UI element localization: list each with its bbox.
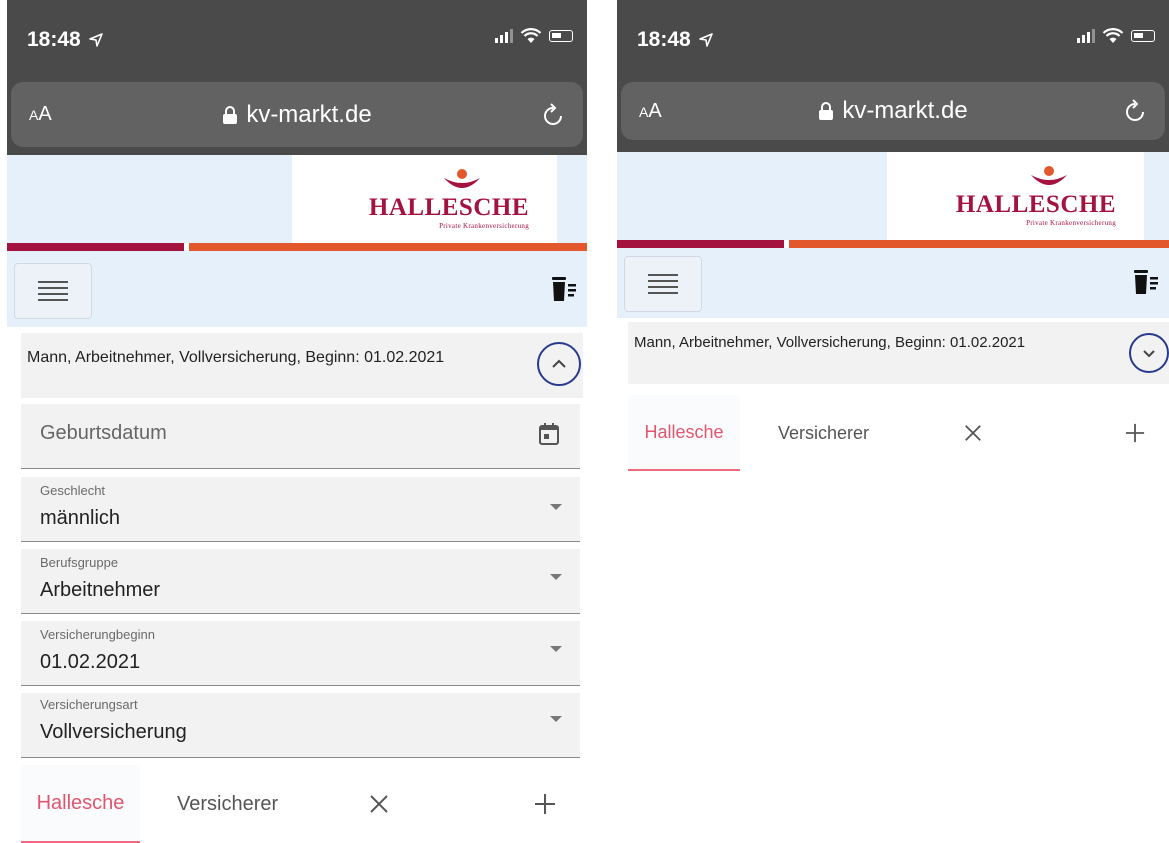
insurance-type-select[interactable]: Versicherungsart Vollversicherung	[21, 693, 580, 758]
field-label: Geschlecht	[40, 483, 106, 498]
clear-all-icon[interactable]	[549, 275, 577, 303]
text-size-button[interactable]: AA	[639, 100, 662, 123]
clear-all-icon[interactable]	[1131, 268, 1159, 296]
logo-figure-icon	[444, 169, 480, 188]
status-icons	[495, 28, 573, 44]
collapse-button[interactable]	[537, 342, 581, 386]
address-field[interactable]: kv-markt.de	[621, 97, 1165, 125]
bottom-tabs: Hallesche Versicherer	[21, 765, 580, 843]
dropdown-arrow-icon	[550, 716, 562, 722]
field-value: 01.02.2021	[40, 651, 141, 673]
status-icons	[1077, 28, 1155, 44]
location-arrow-icon	[698, 33, 713, 48]
occupation-select[interactable]: Berufsgruppe Arbeitnehmer	[21, 549, 580, 614]
birthdate-field[interactable]: Geburtsdatum	[21, 404, 580, 469]
close-button[interactable]	[359, 765, 399, 843]
field-value: männlich	[40, 507, 121, 529]
gender-select[interactable]: Geschlecht männlich	[21, 477, 580, 542]
selection-summary[interactable]: Mann, Arbeitnehmer, Vollversicherung, Be…	[21, 333, 583, 398]
hamburger-icon	[38, 277, 68, 305]
calendar-icon[interactable]	[538, 422, 560, 446]
lock-icon	[223, 105, 238, 124]
insurance-start-select[interactable]: Versicherungbeginn 01.02.2021	[21, 621, 580, 686]
domain-text: kv-markt.de	[842, 97, 968, 124]
close-button[interactable]	[953, 395, 993, 471]
location-arrow-icon	[88, 33, 103, 48]
add-button[interactable]	[525, 765, 565, 843]
add-button[interactable]	[1115, 395, 1155, 471]
toolbar	[617, 248, 1169, 318]
status-time: 18:48	[27, 28, 103, 52]
text-size-button[interactable]: AA	[29, 103, 52, 126]
hamburger-icon	[648, 270, 678, 298]
summary-text: Mann, Arbeitnehmer, Vollversicherung, Be…	[634, 334, 1026, 351]
toolbar	[7, 251, 587, 327]
summary-text: Mann, Arbeitnehmer, Vollversicherung, Be…	[27, 349, 445, 366]
chevron-down-icon	[1143, 349, 1155, 357]
phone-screen-expanded: 18:48 AA kv-markt.de HALLESCHE Private K…	[7, 0, 587, 843]
plus-icon	[1125, 423, 1145, 443]
dropdown-arrow-icon	[550, 574, 562, 580]
lock-icon	[819, 102, 834, 120]
chevron-up-icon	[552, 359, 566, 368]
field-value: Arbeitnehmer	[40, 579, 161, 601]
expand-button[interactable]	[1129, 333, 1169, 373]
tab-versicherer[interactable]: Versicherer	[177, 765, 278, 843]
bottom-tabs: Hallesche Versicherer	[628, 395, 1169, 471]
selection-summary[interactable]: Mann, Arbeitnehmer, Vollversicherung, Be…	[628, 322, 1169, 384]
reload-icon[interactable]	[1123, 98, 1147, 124]
tab-hallesche[interactable]: Hallesche	[628, 395, 740, 471]
reload-icon[interactable]	[541, 102, 565, 128]
url-bar[interactable]: AA kv-markt.de	[621, 82, 1165, 140]
logo-text: HALLESCHE	[368, 194, 529, 221]
browser-chrome: 18:48 AA kv-markt.de	[617, 0, 1169, 152]
menu-button[interactable]	[14, 263, 92, 319]
logo-tagline: Private Krankenversicherung	[439, 222, 529, 230]
address-field[interactable]: kv-markt.de	[11, 101, 583, 129]
field-label: Versicherungsart	[40, 697, 138, 712]
menu-button[interactable]	[624, 256, 702, 312]
field-label: Berufsgruppe	[40, 555, 119, 570]
phone-screen-collapsed: 18:48 AA kv-markt.de HALLESCHE Private K…	[617, 0, 1169, 843]
browser-chrome: 18:48 AA kv-markt.de	[7, 0, 587, 155]
hallesche-logo[interactable]: HALLESCHE Private Krankenversicherung	[292, 155, 557, 243]
logo-text: HALLESCHE	[955, 191, 1116, 218]
birthdate-placeholder: Geburtsdatum	[40, 422, 167, 444]
close-icon	[965, 425, 981, 441]
logo-figure-icon	[1031, 166, 1067, 185]
brand-stripe	[617, 240, 1169, 248]
logo-tagline: Private Krankenversicherung	[1026, 219, 1116, 227]
signal-icon	[1077, 29, 1095, 43]
hallesche-logo[interactable]: HALLESCHE Private Krankenversicherung	[887, 152, 1144, 240]
url-bar[interactable]: AA kv-markt.de	[11, 82, 583, 147]
dropdown-arrow-icon	[550, 646, 562, 652]
dropdown-arrow-icon	[550, 504, 562, 510]
brand-stripe	[7, 243, 587, 251]
field-value: Vollversicherung	[40, 721, 187, 743]
tab-hallesche[interactable]: Hallesche	[21, 765, 140, 843]
site-header: HALLESCHE Private Krankenversicherung	[617, 152, 1169, 240]
status-time: 18:48	[637, 28, 713, 52]
wifi-icon	[1102, 28, 1124, 43]
site-header: HALLESCHE Private Krankenversicherung	[7, 155, 587, 243]
domain-text: kv-markt.de	[246, 100, 372, 128]
battery-icon	[549, 30, 573, 42]
battery-icon	[1131, 30, 1155, 42]
signal-icon	[495, 29, 513, 43]
tab-versicherer[interactable]: Versicherer	[778, 395, 869, 471]
plus-icon	[535, 794, 555, 814]
wifi-icon	[520, 28, 542, 43]
field-label: Versicherungbeginn	[40, 627, 155, 642]
close-icon	[370, 795, 388, 813]
